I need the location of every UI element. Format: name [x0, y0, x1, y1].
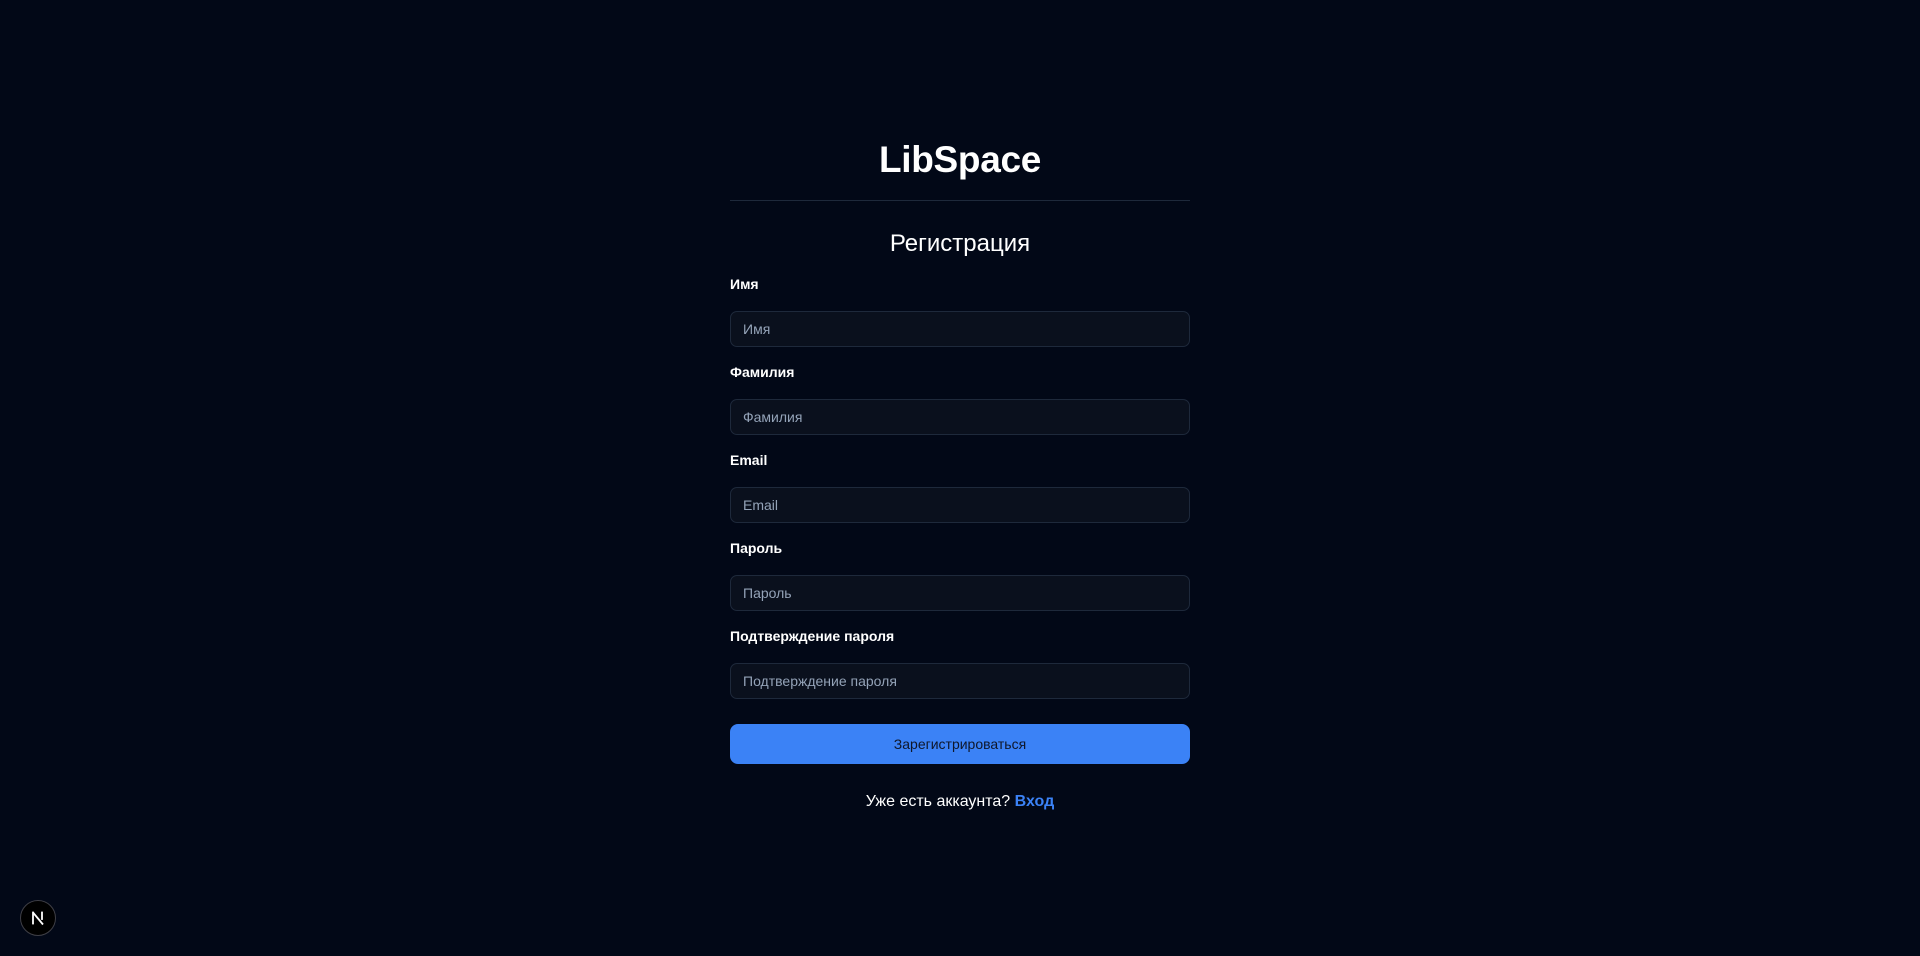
last-name-label: Фамилия — [730, 364, 795, 380]
nextjs-logo-icon — [32, 911, 44, 926]
registration-page: LibSpace Регистрация Имя Фамилия Email П… — [0, 0, 1920, 956]
email-field: Email — [730, 451, 1190, 523]
last-name-field: Фамилия — [730, 363, 1190, 435]
login-prompt-text: Уже есть аккаунта? — [865, 793, 1011, 810]
confirm-password-label: Подтверждение пароля — [730, 628, 895, 644]
first-name-label: Имя — [730, 276, 759, 292]
email-label: Email — [730, 452, 768, 468]
last-name-input[interactable] — [730, 399, 1190, 435]
login-prompt: Уже есть аккаунта? Вход — [730, 792, 1190, 812]
registration-form: Имя Фамилия Email Пароль Подтверждение п… — [730, 275, 1190, 764]
first-name-field: Имя — [730, 275, 1190, 347]
header-divider — [730, 200, 1190, 201]
password-label: Пароль — [730, 540, 783, 556]
registration-card: LibSpace Регистрация Имя Фамилия Email П… — [730, 138, 1190, 812]
first-name-input[interactable] — [730, 311, 1190, 347]
brand-title: LibSpace — [878, 139, 1042, 180]
confirm-password-input[interactable] — [730, 663, 1190, 699]
confirm-password-field: Подтверждение пароля — [730, 627, 1190, 699]
password-field: Пароль — [730, 539, 1190, 611]
form-title: Регистрация — [889, 230, 1031, 257]
nextjs-dev-badge[interactable] — [20, 900, 56, 936]
password-input[interactable] — [730, 575, 1190, 611]
email-input[interactable] — [730, 487, 1190, 523]
login-link[interactable]: Вход — [1015, 793, 1055, 810]
register-button[interactable]: Зарегистрироваться — [730, 724, 1190, 764]
